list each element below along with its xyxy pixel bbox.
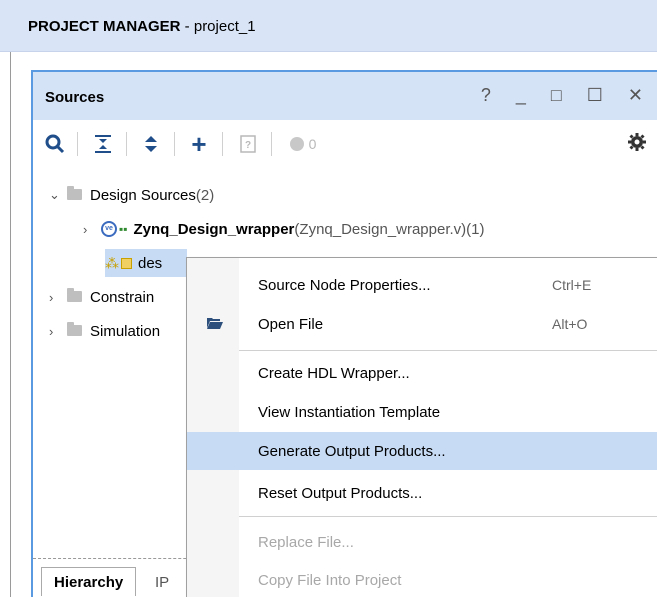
chevron-right-icon[interactable]: ›	[83, 222, 101, 237]
menu-item-shortcut: Ctrl+E	[552, 277, 592, 293]
properties-icon[interactable]: ?	[236, 132, 260, 156]
left-frame-border	[10, 52, 11, 597]
project-manager-header: PROJECT MANAGER - project_1	[0, 0, 657, 52]
wrapper-name: Zynq_Design_wrapper	[133, 220, 295, 238]
sources-toolbar: + ? 0	[33, 120, 657, 168]
expand-all-icon[interactable]	[139, 132, 163, 156]
add-sources-icon[interactable]: +	[187, 129, 211, 159]
tree-item-count: (2)	[195, 186, 215, 204]
tree-item-label: des	[138, 254, 163, 272]
chevron-right-icon[interactable]: ›	[49, 324, 67, 339]
tree-item-label: Design Sources	[90, 186, 196, 204]
tree-item-design-sources[interactable]: ⌄ Design Sources (2)	[49, 181, 214, 209]
toolbar-separator	[174, 132, 175, 156]
collapse-all-icon[interactable]	[91, 132, 115, 156]
wrapper-file: (Zynq_Design_wrapper.v)	[294, 220, 467, 238]
tree-item-block-design[interactable]: ⁂ des	[105, 249, 187, 277]
project-manager-title: PROJECT MANAGER - project_1	[28, 18, 256, 35]
context-menu: Source Node Properties... Ctrl+E Open Fi…	[186, 257, 657, 597]
menu-item-label: Generate Output Products...	[258, 442, 446, 460]
menu-item-label: Source Node Properties...	[258, 276, 431, 294]
menu-item-replace-file[interactable]: Replace File...	[187, 523, 657, 561]
sources-panel-header: Sources ? _ □ ☐ ✕	[33, 72, 657, 120]
block-design-icon: ⁂	[105, 254, 119, 271]
tree-item-label: Constrain	[90, 288, 155, 306]
toolbar-separator	[222, 132, 223, 156]
tree-item-label: Simulation	[90, 322, 161, 340]
sources-panel-title: Sources	[45, 89, 105, 106]
verilog-file-icon: ve	[101, 221, 117, 237]
menu-item-reset-output-products[interactable]: Reset Output Products...	[187, 474, 657, 512]
menu-item-copy-file-into-project[interactable]: Copy File Into Project	[187, 561, 657, 597]
menu-item-label: Reset Output Products...	[258, 484, 423, 502]
toolbar-separator	[126, 132, 127, 156]
chevron-right-icon[interactable]: ›	[49, 290, 67, 305]
tab-hierarchy[interactable]: Hierarchy	[41, 567, 137, 596]
toolbar-separator	[271, 132, 272, 156]
menu-item-source-node-properties[interactable]: Source Node Properties... Ctrl+E	[187, 266, 657, 304]
tree-item-constraints[interactable]: › Constrain	[49, 283, 154, 311]
menu-item-label: Open File	[258, 315, 324, 333]
title-bold: PROJECT MANAGER	[28, 18, 181, 35]
svg-text:?: ?	[245, 140, 251, 151]
hierarchy-icon: ▪▪	[119, 222, 128, 236]
menu-item-label: Copy File Into Project	[258, 571, 402, 589]
status-badge: 0	[283, 132, 323, 156]
chevron-down-icon[interactable]: ⌄	[49, 187, 67, 203]
folder-icon	[67, 321, 82, 336]
toolbar-separator	[77, 132, 78, 156]
block-design-square-icon	[121, 257, 132, 269]
menu-item-label: View Instantiation Template	[258, 403, 441, 421]
tree-item-simulation[interactable]: › Simulation	[49, 317, 160, 345]
folder-icon	[67, 185, 82, 200]
panel-window-controls[interactable]: ? _ □ ☐ ✕	[481, 85, 653, 106]
menu-item-create-hdl-wrapper[interactable]: Create HDL Wrapper...	[187, 354, 657, 392]
folder-open-icon	[207, 318, 223, 329]
status-dot-icon	[289, 137, 304, 151]
wrapper-count: (1)	[466, 220, 485, 238]
menu-item-generate-output-products[interactable]: Generate Output Products...	[187, 432, 657, 470]
menu-item-shortcut: Alt+O	[552, 316, 588, 332]
menu-item-label: Create HDL Wrapper...	[258, 364, 410, 382]
tab-ip[interactable]: IP	[155, 574, 169, 591]
menu-separator	[239, 350, 657, 351]
status-count: 0	[308, 136, 317, 152]
tree-item-wrapper[interactable]: › ve ▪▪ Zynq_Design_wrapper (Zynq_Design…	[83, 215, 485, 243]
menu-item-view-instantiation-template[interactable]: View Instantiation Template	[187, 393, 657, 431]
search-icon[interactable]	[43, 132, 67, 156]
title-project-name: - project_1	[180, 18, 256, 35]
menu-item-label: Replace File...	[258, 533, 354, 551]
gear-icon[interactable]	[627, 132, 647, 158]
menu-separator	[239, 516, 657, 517]
folder-icon	[67, 287, 82, 302]
menu-item-open-file[interactable]: Open File Alt+O	[187, 305, 657, 343]
